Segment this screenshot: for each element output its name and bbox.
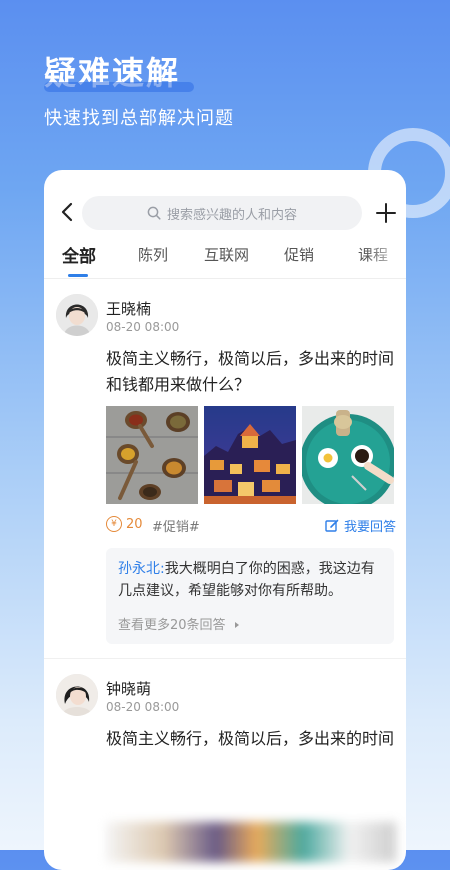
search-input[interactable]: 搜索感兴趣的人和内容 — [82, 196, 362, 230]
coin-icon: ¥ — [106, 516, 122, 532]
active-tab-indicator — [68, 274, 88, 277]
answer-label: 我要回答 — [343, 520, 396, 535]
edit-icon — [325, 519, 339, 532]
view-more-replies[interactable]: 查看更多20条回答 — [118, 614, 241, 633]
add-icon[interactable] — [374, 201, 398, 225]
content-card: 搜索感兴趣的人和内容 全部 陈列 互联网 促销 课程 王晓楠 08-20 08:… — [44, 170, 406, 870]
answer-button[interactable]: 我要回答 — [325, 516, 396, 535]
top-bar: 搜索感兴趣的人和内容 — [44, 196, 406, 230]
view-more-label: 查看更多20条回答 — [118, 618, 226, 633]
post-divider — [44, 658, 406, 659]
top-reply[interactable]: 孙永北:我大概明白了你的困惑，我这边有几点建议，希望能够对你有所帮助。 查看更多… — [106, 548, 394, 644]
question-text[interactable]: 极简主义畅行，极简以后，多出来的时间和钱都用来做什么？ — [106, 346, 396, 398]
image-gallery[interactable] — [106, 822, 396, 862]
reply-author[interactable]: 孙永北: — [118, 561, 165, 577]
post-meta: ¥ 20 #促销# 我要回答 — [106, 516, 396, 536]
reply-content: 孙永北:我大概明白了你的困惑，我这边有几点建议，希望能够对你有所帮助。 — [118, 558, 388, 602]
hero-subtitle: 快速找到总部解决问题 — [44, 108, 234, 129]
reward-amount: 20 — [126, 516, 143, 532]
back-arrow-icon[interactable] — [56, 200, 80, 224]
avatar[interactable] — [56, 294, 98, 336]
author-name[interactable]: 钟晓萌 — [106, 678, 151, 699]
night-city-image[interactable] — [204, 406, 296, 504]
tab-internet[interactable]: 互联网 — [204, 244, 249, 265]
tab-display[interactable]: 陈列 — [138, 244, 168, 265]
topic-tag[interactable]: #促销# — [152, 516, 200, 535]
tabs-fade — [366, 244, 406, 274]
reward: ¥ 20 — [106, 516, 143, 532]
post-time: 08-20 08:00 — [106, 700, 180, 714]
coffee-tray-image[interactable] — [302, 406, 394, 504]
post-card[interactable]: 王晓楠 08-20 08:00 极简主义畅行，极简以后，多出来的时间和钱都用来做… — [44, 294, 406, 654]
tab-promotion[interactable]: 促销 — [284, 244, 314, 265]
post-time: 08-20 08:00 — [106, 320, 180, 334]
hero-title-underline — [44, 82, 194, 92]
avatar[interactable] — [56, 674, 98, 716]
image-gallery — [106, 406, 396, 504]
category-tabs: 全部 陈列 互联网 促销 课程 — [44, 244, 406, 279]
spices-image[interactable] — [106, 406, 198, 504]
post-card[interactable]: 钟晓萌 08-20 08:00 极简主义畅行，极简以后，多出来的时间 — [44, 674, 406, 870]
author-name[interactable]: 王晓楠 — [106, 298, 151, 319]
question-text[interactable]: 极简主义畅行，极简以后，多出来的时间 — [106, 726, 396, 752]
caret-right-icon — [234, 622, 239, 628]
search-placeholder: 搜索感兴趣的人和内容 — [166, 207, 297, 223]
search-icon — [147, 206, 161, 220]
tab-all[interactable]: 全部 — [62, 242, 96, 267]
